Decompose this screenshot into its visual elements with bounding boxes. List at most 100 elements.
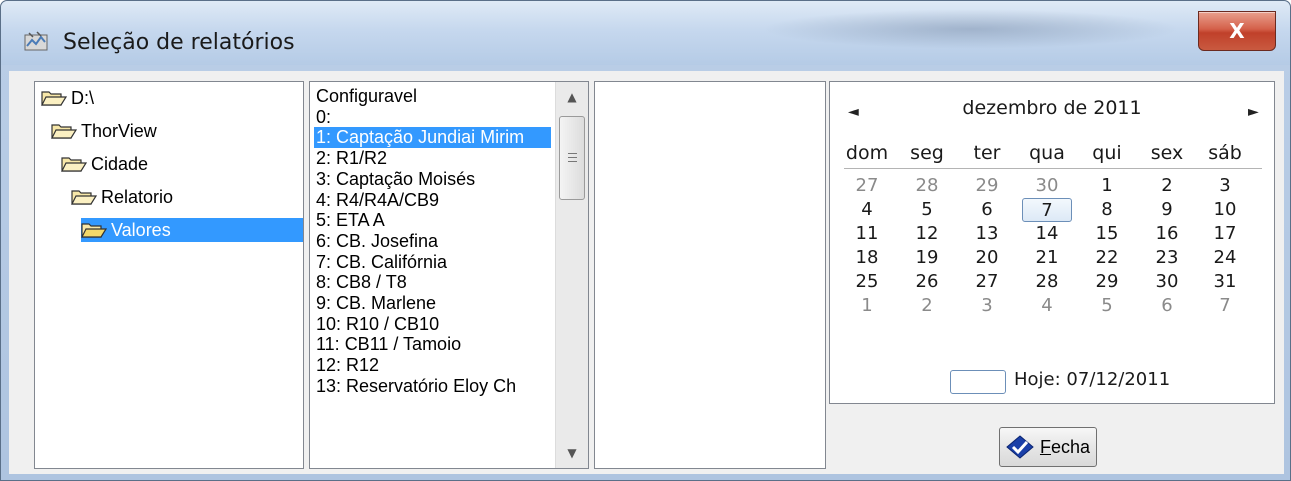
calendar-day[interactable]: 26 [902,270,952,294]
folder-item[interactable]: ThorView [51,119,157,143]
calendar-day[interactable]: 3 [1200,174,1250,198]
folder-item[interactable]: Valores [81,218,303,242]
calendar-day[interactable]: 24 [1200,246,1250,270]
calendar-day[interactable]: 2 [1142,174,1192,198]
checkmark-diamond-icon [1006,435,1034,459]
calendar-day[interactable]: 31 [1200,270,1250,294]
today-marker [950,370,1006,394]
blank-panel [594,81,826,469]
calendar-day[interactable]: 14 [1022,222,1072,246]
folder-open-icon [51,124,77,139]
calendar-day[interactable]: 30 [1022,174,1072,198]
report-list-item[interactable]: 8: CB8 / T8 [314,272,407,293]
calendar-day[interactable]: 5 [902,198,952,222]
calendar-day[interactable]: 23 [1142,246,1192,270]
report-list-item[interactable]: 12: R12 [314,355,379,376]
calendar-day[interactable]: 25 [842,270,892,294]
weekday-header: qua [1029,142,1065,164]
calendar-day[interactable]: 3 [962,294,1012,318]
calendar-day[interactable]: 27 [842,174,892,198]
calendar-day[interactable]: 13 [962,222,1012,246]
report-list-scrollbar[interactable]: ▲ ▼ [555,82,588,468]
weekday-divider [844,168,1262,169]
calendar-day[interactable]: 5 [1082,294,1132,318]
report-list-item[interactable]: 13: Reservatório Eloy Ch [314,376,516,397]
report-list-item[interactable]: 1: Captação Jundiai Mirim [314,127,551,149]
report-list-item[interactable]: 0: [314,107,331,128]
weekday-header: sáb [1208,142,1242,164]
folder-label: Relatorio [101,186,174,207]
folder-label: Cidade [91,153,149,174]
folder-open-icon [81,223,107,238]
calendar-day[interactable]: 28 [902,174,952,198]
report-list-item[interactable]: 3: Captação Moisés [314,169,475,190]
calendar-day[interactable]: 2 [902,294,952,318]
calendar-day[interactable]: 6 [1142,294,1192,318]
calendar-day[interactable]: 4 [1022,294,1072,318]
weekday-header: qui [1092,142,1122,164]
calendar-month-title[interactable]: dezembro de 2011 [830,97,1274,119]
fecha-button[interactable]: Fecha [999,427,1097,467]
weekday-header: seg [910,142,944,164]
calendar-day[interactable]: 7 [1200,294,1250,318]
close-window-button[interactable]: X [1198,11,1276,51]
calendar-day[interactable]: 1 [842,294,892,318]
folder-tree[interactable]: D:\ ThorView Cidade Relatorio Valores [34,81,304,469]
report-list-item[interactable]: 9: CB. Marlene [314,293,436,314]
folder-label: D:\ [71,87,95,108]
calendar-day[interactable]: 28 [1022,270,1072,294]
folder-item[interactable]: Relatorio [71,185,173,209]
report-list-item[interactable]: 7: CB. Califórnia [314,252,447,273]
calendar-day[interactable]: 30 [1142,270,1192,294]
report-list-item[interactable]: Configuravel [314,86,417,107]
report-list-item[interactable]: 4: R4/R4A/CB9 [314,190,439,211]
calendar-day[interactable]: 20 [962,246,1012,270]
scroll-thumb[interactable] [559,116,585,200]
window-title: Seleção de relatórios [63,30,295,55]
folder-label: Valores [111,219,171,240]
calendar-day[interactable]: 15 [1082,222,1132,246]
calendar-day[interactable]: 29 [1082,270,1132,294]
close-icon: X [1229,19,1245,43]
calendar-day[interactable]: 17 [1200,222,1250,246]
folder-label: ThorView [81,120,157,141]
calendar-day[interactable]: 21 [1022,246,1072,270]
report-list-item[interactable]: 11: CB11 / Tamoio [314,334,461,355]
weekday-header: sex [1150,142,1184,164]
app-icon [24,31,48,51]
folder-open-icon [61,157,87,172]
calendar-day[interactable]: 9 [1142,198,1192,222]
scroll-up-icon[interactable]: ▲ [556,82,588,112]
folder-item[interactable]: D:\ [41,86,94,110]
weekday-header: ter [973,142,1001,164]
calendar-day[interactable]: 18 [842,246,892,270]
title-bar[interactable]: Seleção de relatórios X [1,1,1290,65]
calendar-day[interactable]: 16 [1142,222,1192,246]
calendar-day[interactable]: 29 [962,174,1012,198]
calendar-day[interactable]: 10 [1200,198,1250,222]
calendar-day[interactable]: 12 [902,222,952,246]
report-list-item[interactable]: 2: R1/R2 [314,148,387,169]
calendar-day[interactable]: 7 [1022,198,1072,222]
folder-open-icon [41,91,67,106]
scroll-down-icon[interactable]: ▼ [556,438,588,468]
fecha-label: Fecha [1039,436,1091,457]
report-list[interactable]: ▲ ▼ Configuravel 0: 1: Captação Jundiai Mi… [309,81,589,469]
calendar-day[interactable]: 27 [962,270,1012,294]
calendar-day[interactable]: 6 [962,198,1012,222]
report-list-item[interactable]: 6: CB. Josefina [314,231,438,252]
calendar-day[interactable]: 22 [1082,246,1132,270]
calendar-day[interactable]: 1 [1082,174,1132,198]
report-list-item[interactable]: 10: R10 / CB10 [314,314,439,335]
today-link[interactable]: Hoje: 07/12/2011 [1014,369,1170,390]
report-selection-window: Seleção de relatórios X D:\ ThorView Cidad… [0,0,1291,481]
weekday-header: dom [845,142,889,164]
month-calendar[interactable]: ◄ ► dezembro de 2011 Hoje: 07/12/2011 do… [829,81,1275,404]
folder-item[interactable]: Cidade [61,152,148,176]
report-list-item[interactable]: 5: ETA A [314,210,385,231]
dialog-content: D:\ ThorView Cidade Relatorio Valores ▲ ▼ Co… [9,71,1284,474]
calendar-day[interactable]: 19 [902,246,952,270]
calendar-day[interactable]: 4 [842,198,892,222]
calendar-day[interactable]: 8 [1082,198,1132,222]
calendar-day[interactable]: 11 [842,222,892,246]
